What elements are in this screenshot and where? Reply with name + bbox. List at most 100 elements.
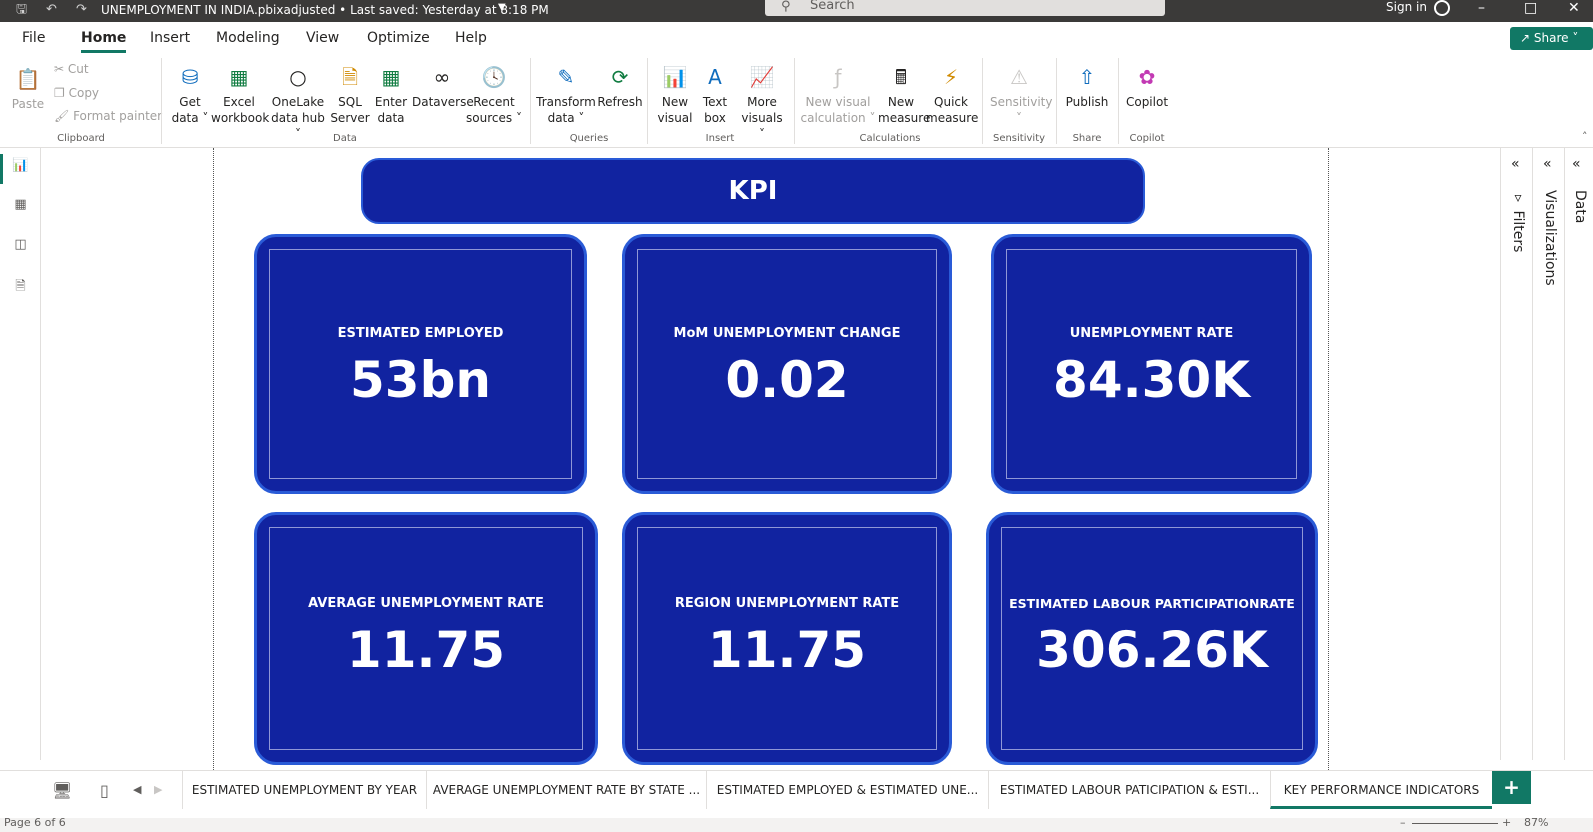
paste-icon: 📋 (15, 67, 41, 91)
group-label-share: Share (1072, 133, 1102, 144)
ribbon: 📋 Paste ✂ Cut ❐ Copy 🖌 Format painter Cl… (0, 54, 1593, 148)
cut-button[interactable]: ✂ Cut (54, 62, 89, 76)
visualizations-pane-label: Visualizations (1542, 190, 1558, 286)
table-view-icon[interactable]: ▦ (12, 197, 29, 214)
chevron-down-icon[interactable]: ▼ (498, 2, 506, 13)
function-icon: ƒ (834, 65, 842, 89)
scroll-right-icon[interactable]: ▶ (154, 783, 162, 796)
share-button[interactable]: ↗ Share ˅ (1510, 27, 1593, 50)
sensitivity-icon: ⚠ (1010, 65, 1028, 89)
visualizations-pane-collapsed[interactable]: « Visualizations (1532, 148, 1564, 760)
page-tab[interactable]: ESTIMATED UNEMPLOYMENT BY YEAR (182, 771, 426, 809)
card-value: 53bn (350, 351, 491, 409)
refresh-button[interactable]: ⟳ Refresh (596, 62, 644, 110)
kpi-card-average-unemployment-rate[interactable]: AVERAGE UNEMPLOYMENT RATE 11.75 (254, 512, 598, 765)
close-icon[interactable]: ✕ (1568, 0, 1580, 16)
copy-button[interactable]: ❐ Copy (54, 86, 99, 100)
filters-pane-collapsed[interactable]: « ▿ Filters (1500, 148, 1532, 760)
ribbon-separator (530, 58, 531, 144)
card-value: 84.30K (1053, 351, 1250, 409)
tab-home[interactable]: Home (81, 30, 127, 53)
publish-button[interactable]: ⇧ Publish (1062, 62, 1112, 110)
recent-sources-button[interactable]: 🕓 Recent sources ˅ (466, 62, 522, 126)
add-page-button[interactable]: + (1492, 771, 1531, 804)
excel-icon: ▦ (229, 65, 249, 89)
search-icon: ⚲ (781, 0, 791, 14)
bar-chart-icon: 📊 (662, 65, 688, 89)
page-tab[interactable]: ESTIMATED LABOUR PATICIPATION & ESTI... (988, 771, 1270, 809)
kpi-banner[interactable]: KPI (361, 158, 1145, 224)
kpi-card-estimated-employed[interactable]: ESTIMATED EMPLOYED 53bn (254, 234, 587, 494)
data-pane-collapsed[interactable]: « Data (1564, 148, 1593, 760)
expand-chevron-icon[interactable]: « (1543, 156, 1552, 172)
zoom-level: 87% (1524, 816, 1549, 829)
page-tab-bar: 🖥 ▯ ◀ ▶ ESTIMATED UNEMPLOYMENT BY YEAR A… (0, 770, 1593, 818)
tab-view[interactable]: View (306, 30, 339, 46)
group-label-insert: Insert (705, 133, 735, 144)
maximize-icon[interactable]: □ (1524, 0, 1537, 16)
ribbon-separator (982, 58, 983, 144)
collapse-ribbon-icon[interactable]: ˄ (1582, 130, 1588, 143)
group-label-calculations: Calculations (859, 133, 921, 144)
redo-icon[interactable]: ↷ (76, 2, 87, 18)
zoom-out-icon[interactable]: – (1400, 816, 1406, 829)
page-tab-active[interactable]: KEY PERFORMANCE INDICATORS (1270, 771, 1492, 809)
model-view-icon[interactable]: ◫ (12, 237, 29, 254)
filter-icon: ▿ (1510, 190, 1526, 206)
view-switcher: 📊 ▦ ◫ 🗎 (0, 148, 41, 760)
card-title: REGION UNEMPLOYMENT RATE (674, 596, 900, 611)
search-input[interactable]: ⚲ Search (765, 0, 1165, 16)
expand-chevron-icon[interactable]: « (1572, 156, 1581, 172)
excel-workbook-button[interactable]: ▦ Excel workbook (211, 62, 269, 126)
report-view-icon[interactable]: 📊 (12, 158, 29, 175)
paste-button[interactable]: 📋 Paste (8, 64, 48, 112)
dax-query-view-icon[interactable]: 🗎 (12, 277, 29, 294)
tab-modeling[interactable]: Modeling (216, 30, 280, 46)
save-icon[interactable]: 🖫 (16, 2, 27, 18)
undo-icon[interactable]: ↶ (46, 2, 57, 18)
tab-optimize[interactable]: Optimize (367, 30, 430, 46)
dataverse-button[interactable]: ∞ Dataverse (412, 62, 474, 110)
mobile-layout-icon[interactable]: ▯ (100, 781, 109, 800)
group-label-copilot: Copilot (1129, 133, 1165, 144)
text-box-button[interactable]: A Text box (697, 62, 733, 126)
page-indicator: Page 6 of 6 (4, 816, 66, 829)
zoom-slider[interactable] (1412, 823, 1498, 824)
brush-icon: 🖌 (54, 109, 70, 123)
copilot-button[interactable]: ✿ Copilot (1122, 62, 1172, 110)
expand-chevron-icon[interactable]: « (1511, 156, 1520, 172)
card-title: MoM UNEMPLOYMENT CHANGE (673, 326, 901, 341)
desktop-layout-icon[interactable]: 🖥 (52, 781, 72, 800)
tab-file[interactable]: File (22, 30, 45, 46)
kpi-card-unemployment-rate[interactable]: UNEMPLOYMENT RATE 84.30K (991, 234, 1312, 494)
new-measure-button[interactable]: 🖩 New measure (878, 62, 930, 126)
onelake-data-hub-button[interactable]: ○ OneLake data hub ˅ (270, 62, 326, 142)
page-tab[interactable]: ESTIMATED EMPLOYED & ESTIMATED UNE... (706, 771, 988, 809)
get-data-button[interactable]: ⛁ Get data ˅ (168, 62, 212, 126)
quick-measure-button[interactable]: ⚡ Quick measure (926, 62, 978, 126)
card-value: 11.75 (707, 621, 867, 679)
transform-data-button[interactable]: ✎ Transform data ˅ (536, 62, 596, 126)
enter-data-button[interactable]: ▦ Enter data (371, 62, 411, 126)
kpi-card-region-unemployment-rate[interactable]: REGION UNEMPLOYMENT RATE 11.75 (622, 512, 952, 765)
account-icon[interactable] (1434, 0, 1450, 16)
tab-help[interactable]: Help (455, 30, 487, 46)
new-visual-calculation-button[interactable]: ƒ New visual calculation ˅ (800, 62, 876, 126)
sign-in-link[interactable]: Sign in (1386, 0, 1427, 14)
more-visuals-button[interactable]: 📈 More visuals ˅ (737, 62, 787, 142)
tab-insert[interactable]: Insert (150, 30, 190, 46)
sql-server-icon: 🗎 (341, 65, 359, 89)
zoom-in-icon[interactable]: + (1502, 816, 1511, 829)
new-visual-button[interactable]: 📊 New visual (655, 62, 695, 126)
sensitivity-button[interactable]: ⚠ Sensitivity ˅ (990, 62, 1052, 126)
kpi-card-estimated-labour-participation-rate[interactable]: ESTIMATED LABOUR PARTICIPATIONRATE 306.2… (986, 512, 1318, 765)
minimize-icon[interactable]: – (1478, 0, 1485, 16)
card-value: 306.26K (1036, 621, 1268, 679)
page-tab[interactable]: AVERAGE UNEMPLOYMENT RATE BY STATE ... (426, 771, 706, 809)
format-painter-button[interactable]: 🖌 Format painter (54, 109, 162, 123)
sql-server-button[interactable]: 🗎 SQL Server (330, 62, 370, 126)
active-view-indicator (0, 154, 3, 184)
copy-icon: ❐ (54, 86, 65, 100)
scroll-left-icon[interactable]: ◀ (133, 783, 141, 796)
kpi-card-mom-unemployment-change[interactable]: MoM UNEMPLOYMENT CHANGE 0.02 (622, 234, 952, 494)
